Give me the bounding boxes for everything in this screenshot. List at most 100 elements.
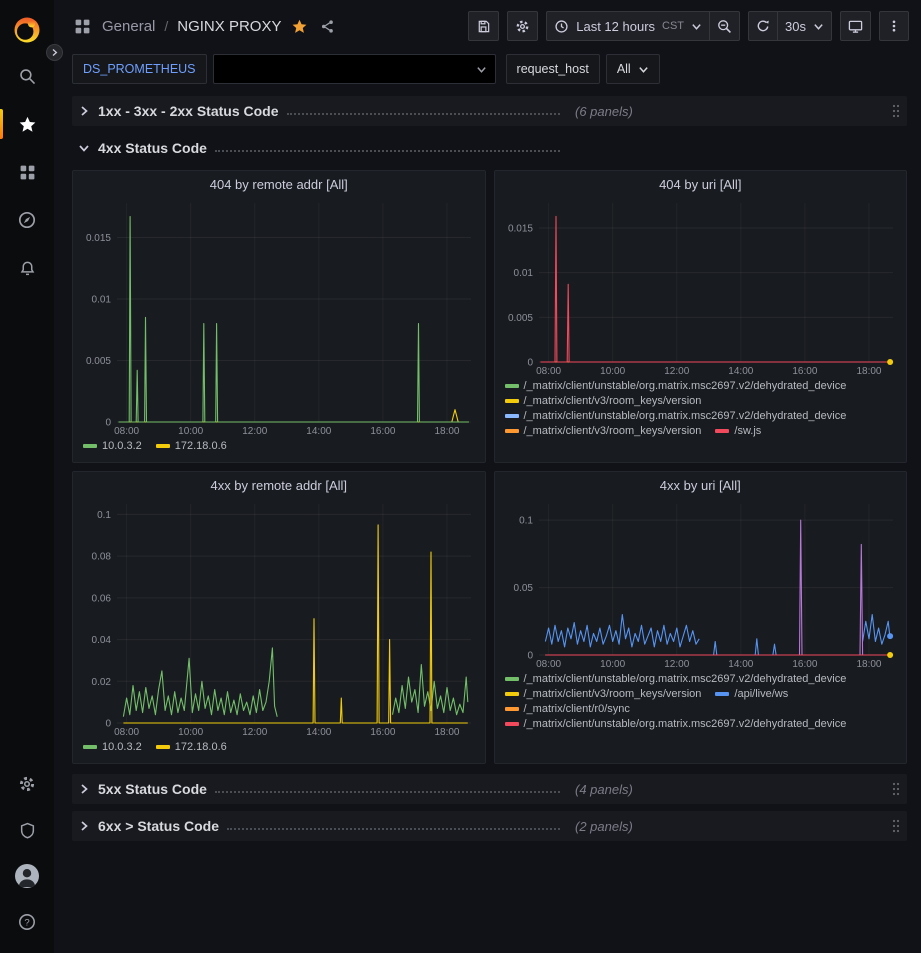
chevron-right-icon bbox=[78, 783, 91, 795]
svg-text:10:00: 10:00 bbox=[178, 426, 203, 437]
sidebar-item-help[interactable]: ? bbox=[0, 899, 54, 945]
time-series-canvas[interactable]: 00.020.040.060.080.108:0010:0012:0014:00… bbox=[79, 498, 479, 739]
chevron-down-icon bbox=[638, 64, 649, 75]
time-series-canvas[interactable]: 00.0050.010.01508:0010:0012:0014:0016:00… bbox=[79, 197, 479, 438]
sidebar-item-profile[interactable] bbox=[0, 853, 54, 899]
save-dashboard-button[interactable] bbox=[468, 11, 499, 41]
legend-item[interactable]: /_matrix/client/v3/room_keys/version bbox=[505, 425, 702, 437]
svg-text:08:00: 08:00 bbox=[114, 727, 139, 738]
refresh-interval-dropdown[interactable]: 30s bbox=[778, 11, 832, 41]
legend-label: /_matrix/client/unstable/org.matrix.msc2… bbox=[524, 380, 847, 392]
svg-text:18:00: 18:00 bbox=[856, 659, 881, 670]
row-title-wrap: 6xx > Status Code bbox=[98, 818, 568, 834]
row-panel-count: (6 panels) bbox=[575, 104, 633, 119]
datasource-variable-value-redacted[interactable] bbox=[213, 54, 496, 84]
tv-mode-button[interactable] bbox=[840, 11, 871, 41]
sidebar-item-alerting[interactable] bbox=[0, 244, 54, 292]
time-series-canvas[interactable]: 00.050.108:0010:0012:0014:0016:0018:00 bbox=[501, 498, 901, 671]
legend-item[interactable]: 172.18.0.6 bbox=[156, 440, 227, 452]
legend-item[interactable]: 10.0.3.2 bbox=[83, 741, 142, 753]
panel-title[interactable]: 4xx by uri [All] bbox=[495, 472, 907, 498]
request-host-value-dropdown[interactable]: All bbox=[606, 54, 660, 84]
svg-text:0.015: 0.015 bbox=[507, 224, 532, 235]
share-button[interactable] bbox=[318, 17, 337, 36]
kebab-menu-button[interactable] bbox=[879, 11, 909, 41]
legend-swatch bbox=[505, 399, 519, 403]
row-drag-handle[interactable] bbox=[891, 818, 901, 834]
time-range-picker[interactable]: Last 12 hours CST bbox=[546, 11, 710, 41]
svg-text:10:00: 10:00 bbox=[600, 659, 625, 670]
user-avatar bbox=[14, 863, 40, 889]
compass-icon bbox=[18, 211, 36, 229]
row-header-0[interactable]: 1xx - 3xx - 2xx Status Code (6 panels) bbox=[72, 96, 907, 126]
kebab-icon bbox=[887, 19, 901, 33]
zoom-out-icon bbox=[717, 19, 732, 34]
legend-item[interactable]: /_matrix/client/v3/room_keys/version bbox=[505, 688, 702, 700]
svg-text:10:00: 10:00 bbox=[178, 727, 203, 738]
legend-swatch bbox=[156, 745, 170, 749]
row-drag-handle[interactable] bbox=[891, 781, 901, 797]
row-header-1[interactable]: 4xx Status Code bbox=[72, 133, 907, 163]
sidebar-item-explore[interactable] bbox=[0, 196, 54, 244]
chevron-right-icon bbox=[78, 105, 91, 117]
sidebar-item-configuration[interactable] bbox=[0, 761, 54, 807]
svg-text:0: 0 bbox=[527, 651, 533, 662]
legend-item[interactable]: /_matrix/client/unstable/org.matrix.msc2… bbox=[505, 380, 847, 392]
svg-text:0.05: 0.05 bbox=[513, 583, 533, 594]
svg-text:0.015: 0.015 bbox=[86, 233, 111, 244]
row-drag-handle[interactable] bbox=[891, 103, 901, 119]
breadcrumb-folder[interactable]: General bbox=[102, 18, 155, 35]
sidebar-expand-button[interactable] bbox=[46, 44, 63, 61]
shield-icon bbox=[19, 822, 36, 839]
save-icon bbox=[476, 19, 491, 34]
refresh-icon bbox=[756, 19, 770, 33]
row-title: 4xx Status Code bbox=[98, 140, 207, 156]
legend-item[interactable]: /sw.js bbox=[715, 425, 761, 437]
sidebar-item-server-admin[interactable] bbox=[0, 807, 54, 853]
zoom-out-time-button[interactable] bbox=[710, 11, 740, 41]
legend-item[interactable]: /_matrix/client/unstable/org.matrix.msc2… bbox=[505, 410, 847, 422]
legend-label: 172.18.0.6 bbox=[175, 440, 227, 452]
time-series-canvas[interactable]: 00.0050.010.01508:0010:0012:0014:0016:00… bbox=[501, 197, 901, 378]
svg-text:18:00: 18:00 bbox=[434, 727, 459, 738]
legend-item[interactable]: 10.0.3.2 bbox=[83, 440, 142, 452]
legend-label: 10.0.3.2 bbox=[102, 741, 142, 753]
refresh-button[interactable] bbox=[748, 11, 778, 41]
panel-title[interactable]: 404 by uri [All] bbox=[495, 171, 907, 197]
panel-legend: /_matrix/client/unstable/org.matrix.msc2… bbox=[495, 671, 907, 763]
legend-item[interactable]: /_matrix/client/r0/sync bbox=[505, 703, 630, 715]
legend-swatch bbox=[83, 444, 97, 448]
favorite-star-button[interactable] bbox=[290, 17, 309, 36]
row-header-2[interactable]: 5xx Status Code (4 panels) bbox=[72, 774, 907, 804]
sidebar-item-starred[interactable] bbox=[0, 100, 54, 148]
legend-item[interactable]: /_matrix/client/unstable/org.matrix.msc2… bbox=[505, 718, 847, 730]
row-header-3[interactable]: 6xx > Status Code(2 panels) bbox=[72, 811, 907, 841]
legend-item[interactable]: /_matrix/client/v3/room_keys/version bbox=[505, 395, 702, 407]
sidebar-item-search[interactable] bbox=[0, 52, 54, 100]
legend-label: /api/live/ws bbox=[734, 688, 788, 700]
row-panel-count: (4 panels) bbox=[575, 782, 633, 797]
panel-title[interactable]: 404 by remote addr [All] bbox=[73, 171, 485, 197]
sidebar-item-dashboards[interactable] bbox=[0, 148, 54, 196]
svg-text:0: 0 bbox=[527, 358, 533, 369]
svg-text:12:00: 12:00 bbox=[242, 426, 267, 437]
row-title: 1xx - 3xx - 2xx Status Code bbox=[98, 103, 279, 119]
panel-title[interactable]: 4xx by remote addr [All] bbox=[73, 472, 485, 498]
dashboard-settings-button[interactable] bbox=[507, 11, 538, 41]
legend-swatch bbox=[83, 745, 97, 749]
legend-swatch bbox=[715, 692, 729, 696]
bell-icon bbox=[19, 260, 36, 277]
legend-item[interactable]: /_matrix/client/unstable/org.matrix.msc2… bbox=[505, 673, 847, 685]
chevron-down-icon bbox=[691, 21, 702, 32]
breadcrumb: General / NGINX PROXY bbox=[72, 16, 337, 37]
svg-text:10:00: 10:00 bbox=[600, 366, 625, 377]
legend-item[interactable]: /api/live/ws bbox=[715, 688, 788, 700]
grafana-logo[interactable] bbox=[0, 8, 54, 52]
row-title-wrap: 5xx Status Code bbox=[98, 781, 568, 797]
legend-item[interactable]: 172.18.0.6 bbox=[156, 741, 227, 753]
legend-swatch bbox=[715, 429, 729, 433]
svg-text:0.01: 0.01 bbox=[513, 268, 533, 279]
svg-text:08:00: 08:00 bbox=[536, 366, 561, 377]
legend-label: 10.0.3.2 bbox=[102, 440, 142, 452]
page-title[interactable]: NGINX PROXY bbox=[177, 18, 281, 35]
